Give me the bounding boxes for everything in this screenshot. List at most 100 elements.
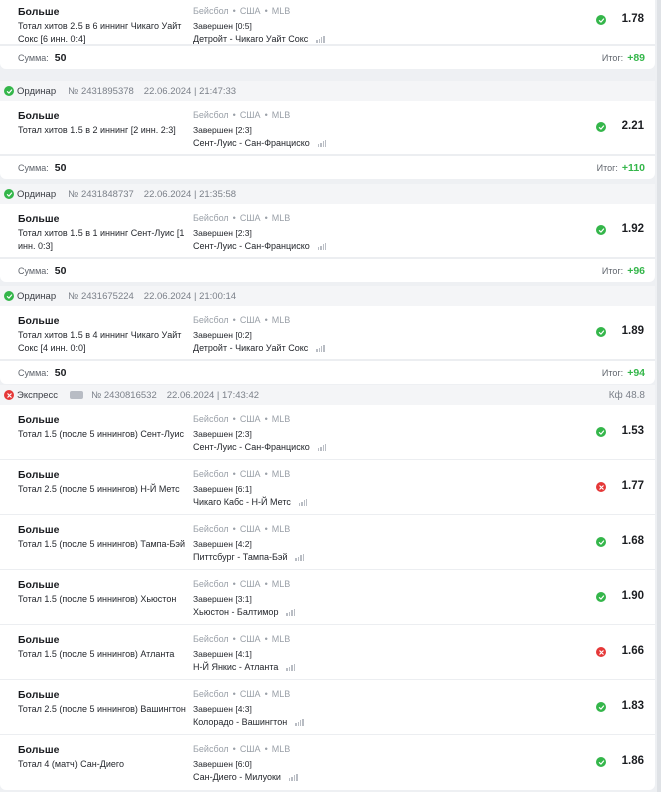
separator-dot: • — [232, 110, 236, 120]
selection-row[interactable]: Больше Тотал хитов 1.5 в 4 иннинг Чикаго … — [0, 306, 655, 360]
match-name[interactable]: Сент-Луис - Сан-Франциско — [193, 138, 310, 148]
match-name[interactable]: Детройт - Чикаго Уайт Сокс — [193, 343, 308, 353]
bet-card[interactable]: Экспресс № 2430816532 22.06.2024 | 17:43:4… — [0, 385, 655, 790]
match-name[interactable]: Сан-Диего - Милуоки — [193, 772, 281, 782]
match-name[interactable]: Детройт - Чикаго Уайт Сокс — [193, 34, 308, 44]
bet-card[interactable]: Больше Тотал хитов 2.5 в 6 иннинг Чикаго … — [0, 0, 655, 69]
stats-icon[interactable] — [286, 663, 295, 671]
sum-label: Сумма: — [18, 265, 49, 276]
selection-description: Тотал 1.5 (после 5 иннингов) Тампа-Бэй — [18, 539, 186, 549]
sport-label: Бейсбол — [193, 315, 229, 325]
stats-icon[interactable] — [295, 553, 305, 561]
league-label: MLB — [271, 689, 291, 699]
league-label: MLB — [271, 213, 291, 223]
selection-row[interactable]: Больше Тотал хитов 2.5 в 6 иннинг Чикаго … — [0, 0, 655, 45]
win-check-icon — [596, 702, 606, 712]
sport-label: Бейсбол — [193, 213, 229, 223]
match-name[interactable]: Хьюстон - Балтимор — [193, 607, 278, 617]
country-label: США — [239, 634, 261, 644]
selection-row[interactable]: Больше Тотал 1.5 (после 5 иннингов) Хьюст… — [0, 570, 655, 625]
match-status: Завершен [6:0] — [193, 759, 252, 769]
bet-card[interactable]: Ординар № 2431848737 22.06.2024 | 21:35:58… — [0, 184, 655, 282]
league-label: MLB — [271, 744, 291, 754]
selection-row[interactable]: Больше Тотал 1.5 (после 5 иннингов) Атлан… — [0, 625, 655, 680]
separator-dot: • — [264, 6, 268, 16]
check-circle-icon — [4, 291, 14, 301]
stats-icon[interactable] — [316, 35, 325, 43]
bet-summary: Сумма: 50 Итог: +110 — [0, 155, 655, 179]
sport-label: Бейсбол — [193, 414, 229, 424]
stats-icon[interactable] — [295, 718, 304, 726]
stats-icon[interactable] — [317, 443, 327, 451]
coefficient: 1.77 — [621, 480, 644, 492]
selection-description: Тотал 1.5 (после 5 иннингов) Хьюстон — [18, 594, 177, 604]
league-label: MLB — [271, 6, 291, 16]
selection-row[interactable]: Больше Тотал хитов 1.5 в 2 иннинг [2 инн.… — [0, 101, 655, 155]
stake-amount: 50 — [54, 264, 67, 277]
match-name[interactable]: Чикаго Кабс - Н-Й Метс — [193, 497, 291, 507]
total-label: Итог: — [601, 52, 624, 63]
selection-row[interactable]: Больше Тотал 2.5 (после 5 иннингов) Н-Й М… — [0, 460, 655, 515]
scrollbar-track[interactable] — [657, 0, 661, 792]
selection-row[interactable]: Больше Тотал 1.5 (после 5 иннингов) Тампа… — [0, 515, 655, 570]
selection-description: Тотал хитов 2.5 в 6 иннинг Чикаго Уайт С… — [18, 21, 182, 44]
win-check-icon — [596, 537, 606, 547]
match-name[interactable]: Питтсбург - Тампа-Бэй — [193, 552, 287, 562]
stats-icon[interactable] — [286, 608, 296, 616]
selection-row[interactable]: Больше Тотал 2.5 (после 5 иннингов) Вашин… — [0, 680, 655, 735]
match-name[interactable]: Сент-Луис - Сан-Франциско — [193, 241, 310, 251]
bet-card[interactable]: Ординар № 2431895378 22.06.2024 | 21:47:33… — [0, 81, 655, 179]
stake-amount: 50 — [54, 161, 67, 174]
separator-dot: • — [232, 524, 236, 534]
match-status: Завершен [3:1] — [193, 594, 252, 604]
league-label: MLB — [271, 634, 291, 644]
market-name: Больше — [18, 110, 60, 122]
match-name[interactable]: Сент-Луис - Сан-Франциско — [193, 442, 310, 452]
separator-dot: • — [264, 689, 268, 699]
stats-icon[interactable] — [298, 498, 308, 506]
league-label: MLB — [271, 579, 291, 589]
market-name: Больше — [18, 315, 60, 327]
coefficient: 2.21 — [621, 120, 644, 132]
sport-label: Бейсбол — [193, 744, 229, 754]
event-meta: Бейсбол • США • MLB — [193, 213, 290, 223]
selection-row[interactable]: Больше Тотал 4 (матч) Сан-Диего Бейсбол • СШ… — [0, 735, 655, 790]
match-teams: Детройт - Чикаго Уайт Сокс — [193, 34, 325, 44]
market-name: Больше — [18, 579, 60, 591]
bet-number[interactable]: № 2431895378 — [68, 86, 134, 97]
coefficient: 1.68 — [621, 535, 644, 547]
selection-row[interactable]: Больше Тотал хитов 1.5 в 1 иннинг Сент-Лу… — [0, 204, 655, 258]
country-label: США — [239, 6, 261, 16]
match-teams: Хьюстон - Балтимор — [193, 607, 296, 617]
bet-number[interactable]: № 2431675224 — [68, 291, 134, 302]
match-name[interactable]: Колорадо - Вашингтон — [193, 717, 287, 727]
match-status: Завершен [2:3] — [193, 125, 252, 135]
country-label: США — [239, 579, 261, 589]
event-meta: Бейсбол • США • MLB — [193, 469, 290, 479]
country-label: США — [239, 110, 261, 120]
match-teams: Сент-Луис - Сан-Франциско — [193, 138, 327, 148]
coefficient: 1.86 — [621, 755, 644, 767]
sum-label: Сумма: — [18, 367, 49, 378]
coefficient: 1.78 — [621, 13, 644, 25]
match-teams: Питтсбург - Тампа-Бэй — [193, 552, 305, 562]
bet-card[interactable]: Ординар № 2431675224 22.06.2024 | 21:00:14… — [0, 286, 655, 384]
stats-icon[interactable] — [317, 242, 327, 250]
bet-number[interactable]: № 2431848737 — [68, 189, 134, 200]
stats-icon[interactable] — [288, 773, 298, 781]
selection-row[interactable]: Больше Тотал 1.5 (после 5 иннингов) Сент-… — [0, 405, 655, 460]
match-name[interactable]: Н-Й Янкис - Атланта — [193, 662, 278, 672]
bet-type: Ординар — [17, 290, 57, 302]
total-coefficient: Кф 48.8 — [608, 389, 645, 401]
sport-label: Бейсбол — [193, 6, 229, 16]
sum-label: Сумма: — [18, 162, 49, 173]
bet-number[interactable]: № 2430816532 — [91, 390, 157, 401]
stats-icon[interactable] — [317, 139, 327, 147]
total-label: Итог: — [601, 265, 624, 276]
sport-label: Бейсбол — [193, 110, 229, 120]
sport-label: Бейсбол — [193, 579, 229, 589]
separator-dot: • — [232, 414, 236, 424]
stats-icon[interactable] — [316, 344, 325, 352]
win-check-icon — [596, 15, 606, 25]
league-label: MLB — [271, 110, 291, 120]
